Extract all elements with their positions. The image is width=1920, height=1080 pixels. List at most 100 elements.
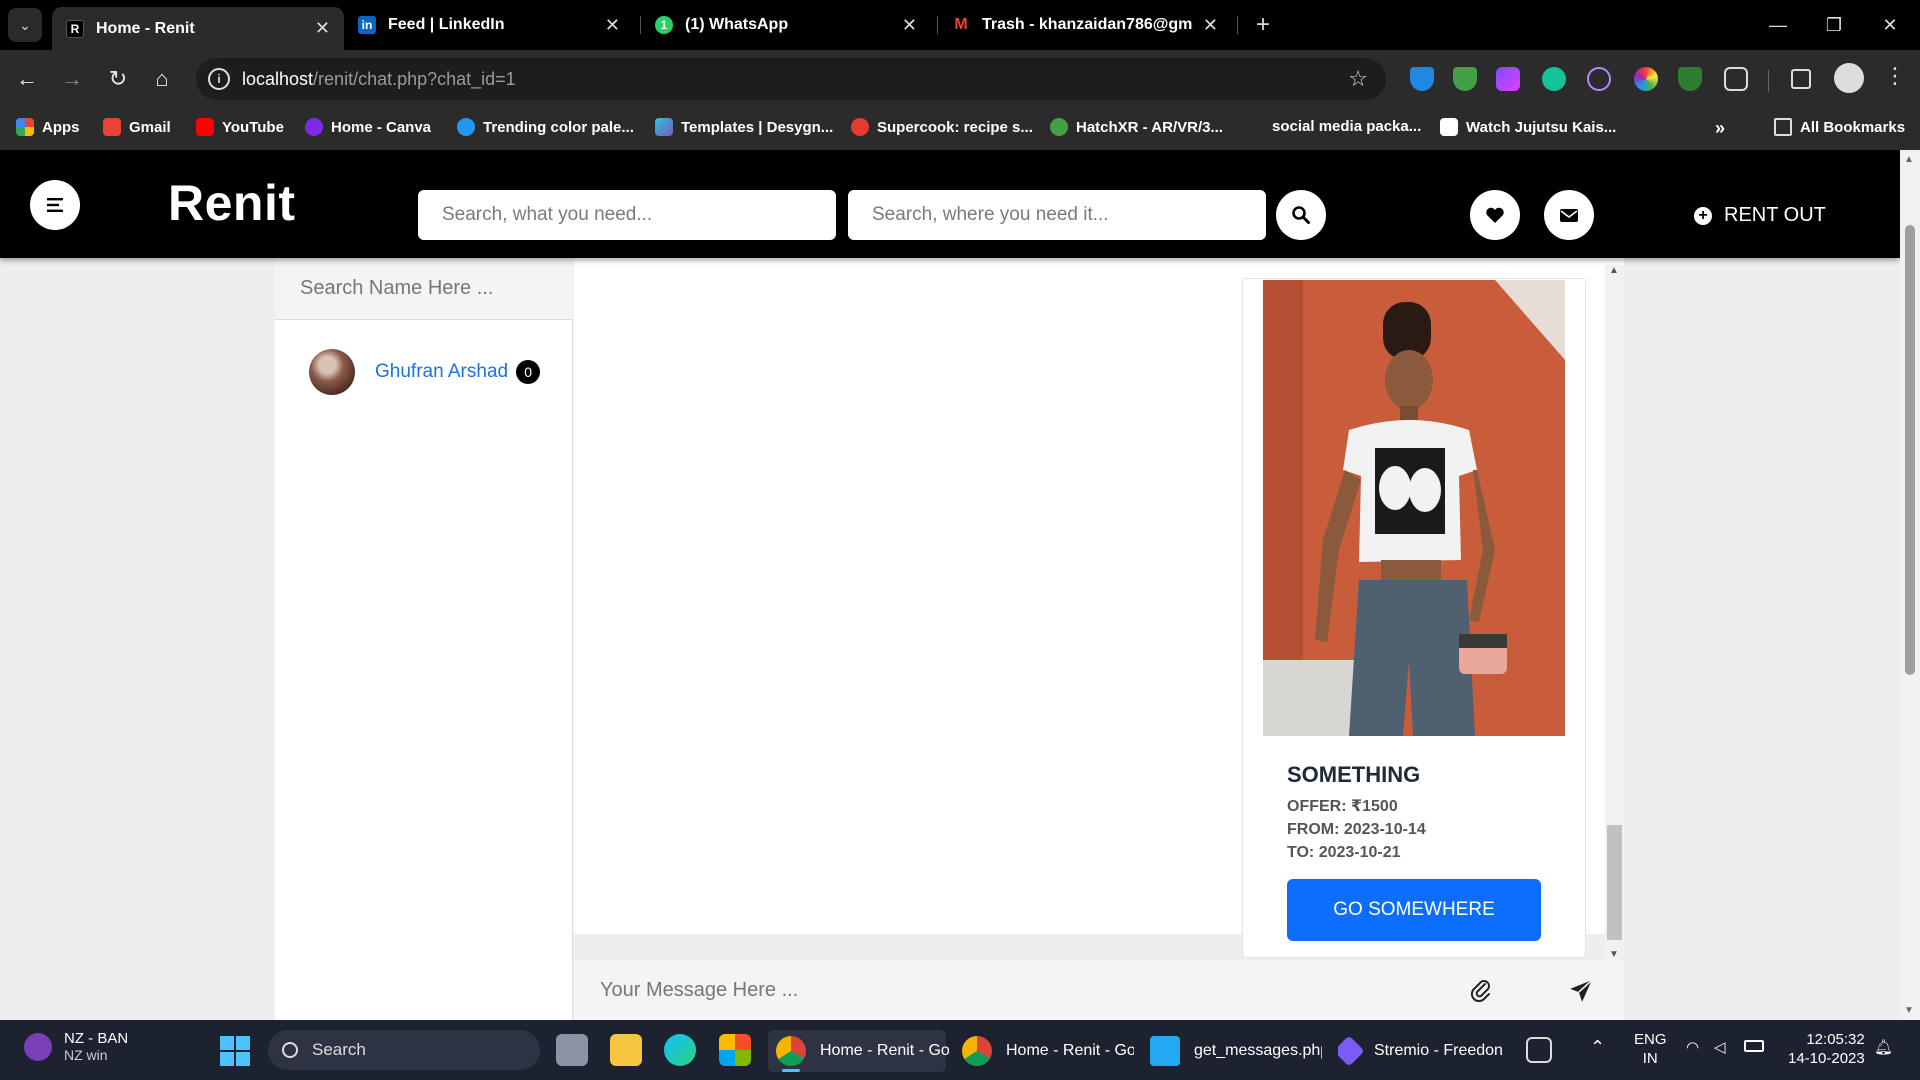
forward-button[interactable]: → — [57, 64, 87, 94]
wifi-icon[interactable]: ◠ — [1686, 1038, 1699, 1057]
taskbar-app-stremio[interactable]: Stremio - Freedon — [1338, 1030, 1502, 1072]
bookmark-apps[interactable]: Apps — [16, 118, 80, 136]
tab-title: Trash - khanzaidan786@gmail. — [982, 16, 1193, 33]
back-button[interactable]: ← — [12, 64, 42, 94]
vpn-extension-icon[interactable] — [1678, 67, 1702, 91]
windows-start-icon[interactable] — [220, 1036, 250, 1066]
close-icon[interactable]: ✕ — [1203, 15, 1218, 36]
taskbar-app-chrome-1[interactable]: Home - Renit - Go — [768, 1030, 950, 1072]
scroll-down-arrow-icon[interactable]: ▼ — [1904, 1005, 1914, 1016]
address-bar[interactable]: i localhost/renit/chat.php?chat_id=1 ☆ — [196, 58, 1386, 100]
chat-scrollbar-thumb[interactable] — [1607, 825, 1622, 940]
adblock-extension-icon[interactable] — [1453, 67, 1477, 91]
all-bookmarks[interactable]: All Bookmarks — [1774, 118, 1905, 136]
cricket-widget-icon — [24, 1032, 52, 1061]
site-info-icon[interactable]: i — [208, 68, 230, 90]
profile-avatar[interactable] — [1834, 63, 1864, 93]
colorzilla-extension-icon[interactable] — [1634, 67, 1658, 91]
color-picker-extension-icon[interactable] — [1496, 67, 1520, 91]
favorites-button[interactable] — [1470, 190, 1520, 240]
side-panel-icon[interactable] — [1791, 69, 1811, 89]
url-text[interactable]: localhost/renit/chat.php?chat_id=1 — [242, 69, 516, 90]
bookmark-desygner[interactable]: Templates | Desygn... — [655, 118, 833, 136]
wave-extension-icon[interactable] — [1587, 67, 1611, 91]
contact-item[interactable]: Ghufran Arshad 0 — [309, 349, 541, 395]
bookmark-star-icon[interactable]: ☆ — [1348, 66, 1368, 92]
bookmark-canva[interactable]: Home - Canva — [305, 118, 431, 136]
page-scrollbar[interactable]: ▲ ▼ — [1900, 150, 1920, 1020]
bookmark-jujutsu[interactable]: Watch Jujutsu Kais... — [1440, 118, 1616, 136]
tab-gmail[interactable]: M Trash - khanzaidan786@gmail. ✕ — [938, 7, 1232, 43]
system-clock[interactable]: 12:05:32 14-10-2023 — [1788, 1030, 1865, 1068]
bookmark-hatchxr[interactable]: HatchXR - AR/VR/3... — [1050, 118, 1223, 136]
extensions-puzzle-icon[interactable] — [1724, 67, 1748, 91]
bookmark-label: Trending color pale... — [483, 118, 634, 136]
window-close-button[interactable]: ✕ — [1870, 8, 1910, 42]
search-where-input[interactable] — [848, 190, 1266, 240]
scroll-up-arrow-icon[interactable]: ▲ — [1904, 154, 1914, 165]
hamburger-menu-button[interactable] — [30, 180, 80, 230]
search-what-input[interactable] — [418, 190, 836, 240]
show-hidden-icons-chevron-icon[interactable]: ⌃ — [1590, 1038, 1605, 1057]
youtube-icon — [196, 118, 214, 136]
home-button[interactable]: ⌂ — [147, 64, 177, 94]
messages-button[interactable] — [1544, 190, 1594, 240]
bookmark-color-palettes[interactable]: Trending color pale... — [457, 118, 634, 136]
grammarly-extension-icon[interactable] — [1542, 67, 1566, 91]
close-icon[interactable]: ✕ — [902, 15, 917, 36]
new-tab-button[interactable]: + — [1246, 8, 1280, 42]
taskbar-app-chrome-2[interactable]: Home - Renit - Go — [962, 1030, 1134, 1072]
taskbar-search[interactable]: Search — [268, 1030, 540, 1070]
chat-scrollbar[interactable]: ▲ ▼ — [1605, 265, 1624, 960]
shield-extension-icon[interactable] — [1410, 67, 1434, 91]
contact-name[interactable]: Ghufran Arshad — [375, 361, 508, 383]
input-language-indicator[interactable]: ENG IN — [1634, 1030, 1667, 1068]
search-button[interactable] — [1276, 190, 1326, 240]
product-offer-card: SOMETHING OFFER: ₹1500 FROM: 2023-10-14 … — [1242, 278, 1586, 958]
more-bookmarks-chevron-icon[interactable]: » — [1715, 118, 1725, 139]
site-logo[interactable]: Renit — [168, 174, 296, 232]
scroll-up-arrow-icon[interactable]: ▲ — [1609, 265, 1619, 276]
edge-browser-icon[interactable] — [664, 1034, 696, 1066]
gmail-icon — [103, 118, 121, 136]
coolors-icon — [457, 118, 475, 136]
minimize-button[interactable]: — — [1758, 8, 1798, 42]
microsoft-store-icon[interactable] — [719, 1034, 751, 1066]
scroll-down-arrow-icon[interactable]: ▼ — [1609, 949, 1619, 960]
bookmark-youtube[interactable]: YouTube — [196, 118, 284, 136]
close-icon[interactable]: ✕ — [605, 15, 620, 36]
browser-menu-icon[interactable]: ⋮ — [1884, 63, 1906, 89]
rent-out-button[interactable]: + RENT OUT — [1694, 204, 1826, 227]
close-icon[interactable]: ✕ — [315, 18, 330, 39]
bookmark-supercook[interactable]: Supercook: recipe s... — [851, 118, 1033, 136]
bookmark-gmail[interactable]: Gmail — [103, 118, 171, 136]
folder-icon — [1774, 118, 1792, 136]
url-path: /renit/chat.php?chat_id=1 — [313, 69, 516, 89]
tab-linkedin[interactable]: in Feed | LinkedIn ✕ — [344, 7, 634, 43]
tab-search-button[interactable]: ⌄ — [8, 8, 42, 42]
screen-capture-icon[interactable] — [1526, 1037, 1552, 1063]
file-explorer-icon[interactable] — [610, 1034, 642, 1066]
tab-home-renit[interactable]: R Home - Renit ✕ — [52, 7, 344, 50]
bookmark-label: Templates | Desygn... — [681, 118, 834, 136]
go-somewhere-button[interactable]: GO SOMEWHERE — [1287, 879, 1541, 941]
volume-icon[interactable]: ◁ — [1714, 1038, 1726, 1057]
tab-title: (1) WhatsApp — [685, 16, 789, 33]
task-view-icon[interactable] — [556, 1034, 588, 1066]
contact-search-input[interactable] — [275, 258, 573, 320]
battery-icon[interactable] — [1744, 1040, 1764, 1052]
send-paper-plane-icon[interactable] — [1568, 978, 1594, 1004]
weather-widget[interactable]: NZ - BAN NZ win — [24, 1030, 128, 1063]
message-input[interactable] — [574, 960, 1434, 1020]
restore-button[interactable]: ❐ — [1814, 8, 1854, 42]
plus-circle-icon: + — [1694, 206, 1712, 225]
attach-paperclip-icon[interactable] — [1469, 978, 1493, 1002]
reload-button[interactable]: ↻ — [103, 64, 133, 94]
taskbar-app-vscode[interactable]: get_messages.php — [1150, 1030, 1322, 1072]
envelope-icon — [1560, 209, 1578, 222]
chrome-icon — [962, 1036, 992, 1066]
tab-whatsapp[interactable]: 1 (1) WhatsApp ✕ — [641, 7, 931, 43]
bookmark-social-media[interactable]: social media packa... — [1272, 118, 1421, 135]
page-scrollbar-thumb[interactable] — [1905, 225, 1915, 675]
notification-bell-icon[interactable]: 🔔︎ — [1874, 1038, 1893, 1057]
